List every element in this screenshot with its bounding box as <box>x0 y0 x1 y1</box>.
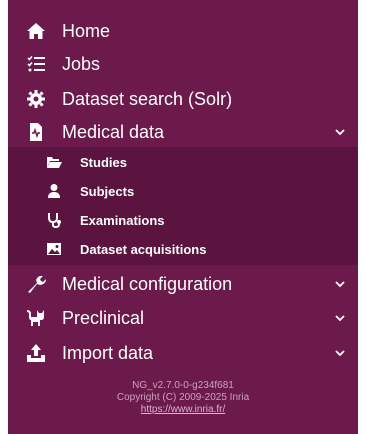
chevron-down-icon[interactable] <box>334 347 346 359</box>
nav-item-label: Home <box>62 20 111 41</box>
nav-item-medical-data[interactable]: Medical data <box>8 115 358 149</box>
tasks-icon <box>26 54 46 74</box>
submenu-item-examinations[interactable]: Examinations <box>8 208 358 232</box>
wrench-icon <box>26 274 46 294</box>
file-medical-icon <box>26 122 46 142</box>
nav-item-label: Jobs <box>62 53 101 74</box>
chevron-down-icon[interactable] <box>334 126 346 138</box>
submenu-item-studies[interactable]: Studies <box>8 150 358 174</box>
inria-link[interactable]: https://www.inria.fr/ <box>141 404 225 415</box>
version-text: NG_v2.7.0-0-g234f681 <box>132 380 234 391</box>
nav-item-home[interactable]: Home <box>8 14 358 48</box>
gear-icon <box>26 89 46 109</box>
submenu-item-dataset-acquisitions[interactable]: Dataset acquisitions <box>8 237 358 261</box>
folder-open-icon <box>46 154 62 170</box>
cat-icon <box>26 308 46 328</box>
chevron-down-icon[interactable] <box>334 278 346 290</box>
nav-item-label: Medical data <box>62 121 165 142</box>
copyright-text: Copyright (C) 2009-2025 Inria <box>116 392 250 403</box>
nav-item-preclinical[interactable]: Preclinical <box>8 301 358 335</box>
submenu-item-label: Studies <box>80 154 127 170</box>
home-icon <box>26 21 46 41</box>
nav-item-jobs[interactable]: Jobs <box>8 47 358 81</box>
nav-item-import-data[interactable]: Import data <box>8 336 358 370</box>
submenu-item-label: Dataset acquisitions <box>80 241 207 257</box>
chevron-down-icon[interactable] <box>334 312 346 324</box>
nav-item-medical-configuration[interactable]: Medical configuration <box>8 267 358 301</box>
stethoscope-icon <box>46 212 62 228</box>
user-icon <box>46 183 62 199</box>
upload-icon <box>26 343 46 363</box>
footer: NG_v2.7.0-0-g234f681 Copyright (C) 2009-… <box>8 380 358 416</box>
image-icon <box>46 241 62 257</box>
nav-item-label: Import data <box>62 342 154 363</box>
nav-item-label: Preclinical <box>62 307 145 328</box>
sidebar: Home Jobs Dataset search (Solr) Medical … <box>8 0 358 434</box>
submenu-item-label: Examinations <box>80 212 165 228</box>
submenu-item-label: Subjects <box>80 183 135 199</box>
medical-data-submenu: Studies Subjects Examinations Dataset ac… <box>8 147 358 265</box>
submenu-item-subjects[interactable]: Subjects <box>8 179 358 203</box>
nav-item-label: Medical configuration <box>62 273 233 294</box>
nav-item-label: Dataset search (Solr) <box>62 88 233 109</box>
nav-item-dataset-search[interactable]: Dataset search (Solr) <box>8 82 358 116</box>
